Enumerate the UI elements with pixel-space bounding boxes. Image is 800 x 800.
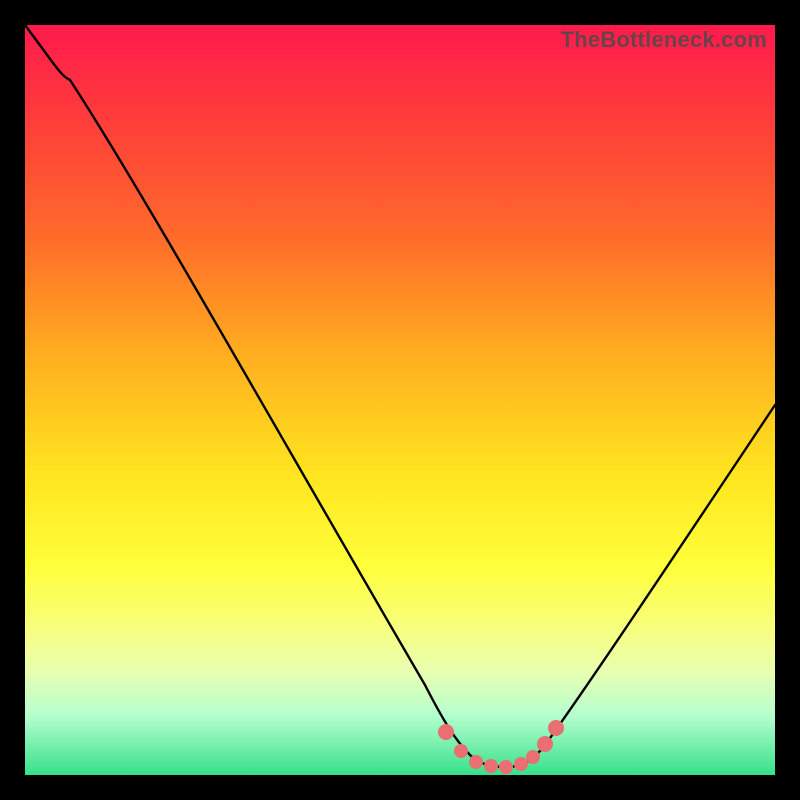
chart-frame: TheBottleneck.com xyxy=(25,25,775,775)
highlight-dot xyxy=(499,760,513,774)
highlight-dot xyxy=(514,757,528,771)
highlight-dot xyxy=(526,750,540,764)
chart-svg xyxy=(25,25,775,775)
highlight-dot xyxy=(484,759,498,773)
bottleneck-curve xyxy=(25,25,775,767)
highlight-dots-group xyxy=(438,720,564,774)
highlight-dot xyxy=(438,724,454,740)
highlight-dot xyxy=(537,736,553,752)
highlight-dot xyxy=(469,755,483,769)
highlight-dot xyxy=(548,720,564,736)
highlight-dot xyxy=(454,744,468,758)
